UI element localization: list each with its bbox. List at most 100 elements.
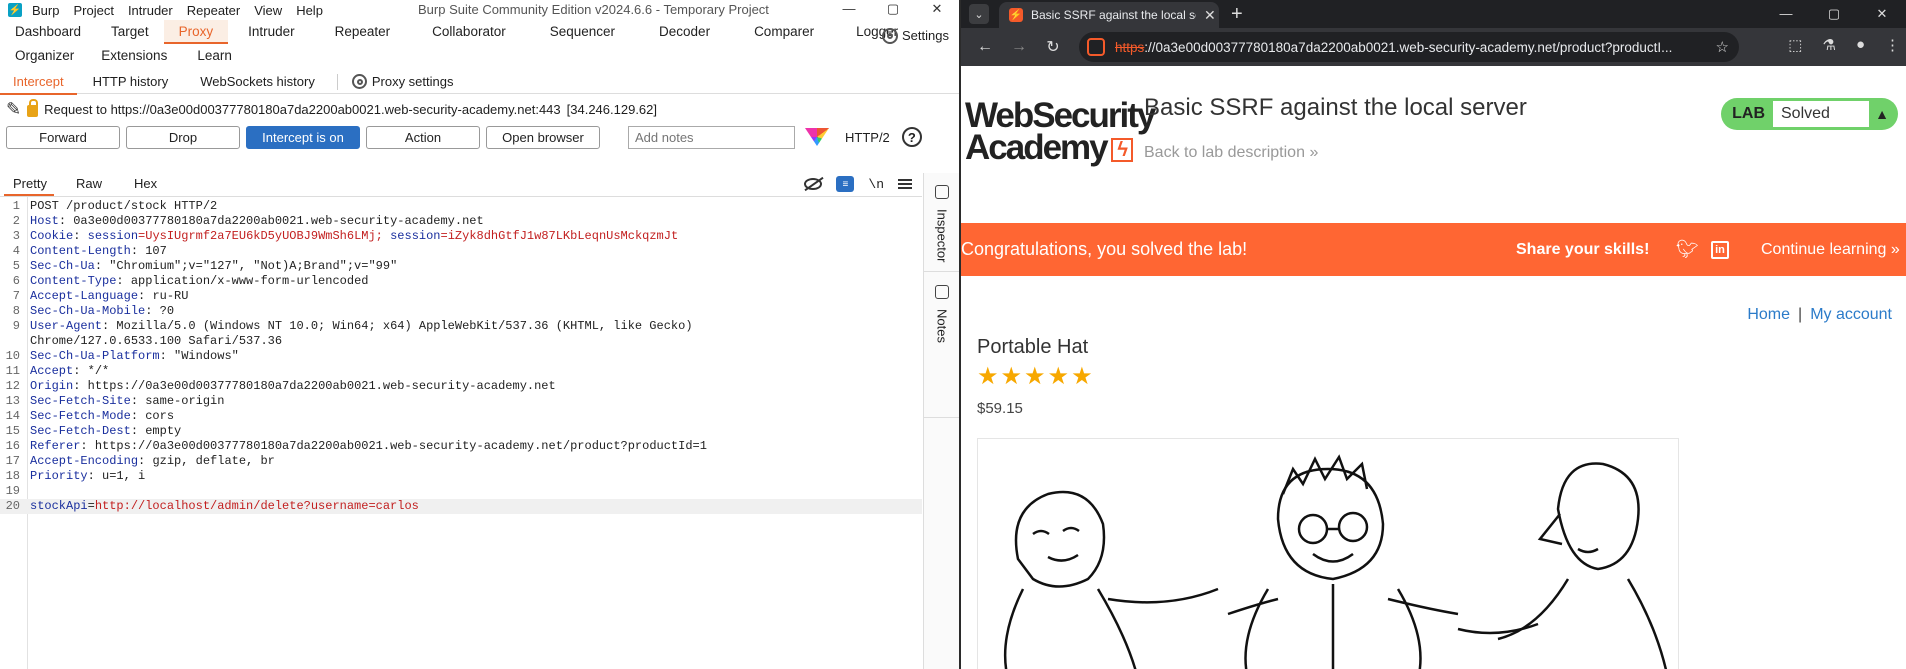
line-number: 2 <box>12 214 20 228</box>
settings-button[interactable]: Settings <box>882 24 949 48</box>
request-line[interactable]: 16 Referer: https://0a3e00d00377780180a7d… <box>0 439 922 454</box>
browser-tabbar: ⌄ ⚡ Basic SSRF against the local server … <box>961 0 1906 28</box>
notes-input[interactable] <box>628 125 795 149</box>
request-line[interactable]: 19 <box>0 484 922 499</box>
back-icon[interactable]: ← <box>975 38 995 56</box>
linkedin-icon[interactable]: in <box>1711 240 1729 259</box>
proxy-settings-button[interactable]: Proxy settings <box>344 70 462 94</box>
tab-dashboard[interactable]: Dashboard <box>0 20 96 44</box>
request-line[interactable]: 2 Host: 0a3e00d00377780180a7da2200ab0021.… <box>0 214 922 229</box>
highlight-color-icon[interactable] <box>805 128 829 146</box>
request-editor[interactable]: 1 POST /product/stock HTTP/2 2 Host: 0a3e00… <box>0 196 922 669</box>
request-line[interactable]: 13 Sec-Fetch-Site: same-origin <box>0 394 922 409</box>
minimize-icon[interactable]: — <box>827 0 871 20</box>
close-icon[interactable]: ✕ <box>915 0 959 20</box>
request-line[interactable]: 9 User-Agent: Mozilla/5.0 (Windows NT 10.… <box>0 319 922 334</box>
labs-flask-icon[interactable]: ⚗ <box>1822 36 1835 54</box>
request-line[interactable]: 7 Accept-Language: ru-RU <box>0 289 922 304</box>
menu-view[interactable]: View <box>254 3 282 18</box>
browser-tab[interactable]: ⚡ Basic SSRF against the local server ✕ <box>999 2 1219 28</box>
request-line[interactable]: 17 Accept-Encoding: gzip, deflate, br <box>0 454 922 469</box>
tab-target[interactable]: Target <box>96 20 164 44</box>
reload-icon[interactable]: ↻ <box>1043 37 1063 57</box>
request-line[interactable]: 8 Sec-Ch-Ua-Mobile: ?0 <box>0 304 922 319</box>
request-line[interactable]: 1 POST /product/stock HTTP/2 <box>0 199 922 214</box>
action-button[interactable]: Action <box>366 125 480 149</box>
request-line[interactable]: 4 Content-Length: 107 <box>0 244 922 259</box>
menu-project[interactable]: Project <box>73 3 113 18</box>
bookmark-star-icon[interactable]: ☆ <box>1716 38 1729 56</box>
tab-organizer[interactable]: Organizer <box>0 44 89 68</box>
close-tab-icon[interactable]: ✕ <box>1204 7 1216 24</box>
request-line[interactable]: Chrome/127.0.6533.100 Safari/537.36 <box>0 334 922 349</box>
tab-hex[interactable]: Hex <box>118 173 173 195</box>
request-line[interactable]: 10 Sec-Ch-Ua-Platform: "Windows" <box>0 349 922 364</box>
tab-comparer[interactable]: Comparer <box>732 20 836 44</box>
menu-help[interactable]: Help <box>296 3 323 18</box>
menu-burp[interactable]: Burp <box>32 3 59 18</box>
pencil-icon[interactable]: ✎ <box>6 99 21 120</box>
tab-search-icon[interactable]: ⌄ <box>969 4 989 24</box>
tab-sequencer[interactable]: Sequencer <box>528 20 637 44</box>
tab-decoder[interactable]: Decoder <box>637 20 732 44</box>
request-line[interactable]: 6 Content-Type: application/x-www-form-ur… <box>0 274 922 289</box>
notes-tab[interactable]: Notes <box>924 273 959 343</box>
tab-intruder[interactable]: Intruder <box>228 20 315 44</box>
tab-pretty[interactable]: Pretty <box>0 173 60 196</box>
url-input[interactable]: https://0a3e00d00377780180a7da2200ab0021… <box>1079 32 1739 62</box>
hide-eye-icon[interactable] <box>804 178 823 190</box>
close-icon[interactable]: ✕ <box>1858 0 1906 28</box>
tab-http-history[interactable]: HTTP history <box>77 70 185 94</box>
profile-icon[interactable]: ● <box>1856 36 1865 54</box>
drop-button[interactable]: Drop <box>126 125 240 149</box>
twitter-icon[interactable]: 🐦︎ <box>1676 239 1699 260</box>
line-number: 13 <box>5 394 20 408</box>
menu-repeater[interactable]: Repeater <box>187 3 240 18</box>
request-line[interactable]: 20 stockApi=http://localhost/admin/delete… <box>0 499 922 514</box>
tab-extensions[interactable]: Extensions <box>89 44 179 68</box>
request-line[interactable]: 3 Cookie: session=UysIUgrmf2a7EU6kD5yUOBJ… <box>0 229 922 244</box>
tab-learn[interactable]: Learn <box>179 44 250 68</box>
tab-websockets-history[interactable]: WebSockets history <box>184 70 331 94</box>
request-line[interactable]: 11 Accept: */* <box>0 364 922 379</box>
minimize-icon[interactable]: — <box>1762 0 1810 28</box>
http-version[interactable]: HTTP/2 <box>845 130 890 145</box>
tab-raw[interactable]: Raw <box>60 173 118 195</box>
continue-learning-link[interactable]: Continue learning » <box>1761 241 1900 259</box>
extensions-icon[interactable]: ⬚ <box>1788 36 1802 54</box>
back-to-lab-description-link[interactable]: Back to lab description » <box>1144 144 1318 162</box>
request-line[interactable]: 12 Origin: https://0a3e00d00377780180a7da… <box>0 379 922 394</box>
intercept-toggle-button[interactable]: Intercept is on <box>246 125 360 149</box>
kebab-menu-icon[interactable]: ⋮ <box>1885 36 1900 54</box>
header-value: */* <box>87 364 110 378</box>
newline-icon[interactable]: \n <box>868 177 884 192</box>
request-line[interactable]: 14 Sec-Fetch-Mode: cors <box>0 409 922 424</box>
web-security-academy-logo[interactable]: WebSecurity Academy ϟ <box>965 98 1156 165</box>
maximize-icon[interactable]: ▢ <box>1810 0 1858 28</box>
window-title: Burp Suite Community Edition v2024.6.6 -… <box>418 2 769 17</box>
request-line[interactable]: 18 Priority: u=1, i <box>0 469 922 484</box>
forward-button[interactable]: Forward <box>6 125 120 149</box>
my-account-link[interactable]: My account <box>1810 306 1892 323</box>
line-number: 7 <box>12 289 20 303</box>
help-icon[interactable]: ? <box>901 127 922 147</box>
tab-proxy[interactable]: Proxy <box>163 20 229 44</box>
menu-intruder[interactable]: Intruder <box>128 3 173 18</box>
home-link[interactable]: Home <box>1747 306 1790 323</box>
chevron-right-icon: » <box>1309 144 1319 161</box>
tab-intercept[interactable]: Intercept <box>0 70 77 95</box>
forward-icon[interactable]: → <box>1009 38 1029 56</box>
menu-icon[interactable] <box>898 179 912 189</box>
tab-repeater[interactable]: Repeater <box>315 20 411 44</box>
site-info-icon[interactable] <box>1087 38 1105 56</box>
maximize-icon[interactable]: ▢ <box>871 0 915 20</box>
request-line[interactable]: 5 Sec-Ch-Ua: "Chromium";v="127", "Not)A;B… <box>0 259 922 274</box>
line-number: 5 <box>12 259 20 273</box>
tab-collaborator[interactable]: Collaborator <box>410 20 528 44</box>
new-tab-icon[interactable]: + <box>1231 3 1243 26</box>
word-wrap-icon[interactable]: ≡ <box>836 176 855 192</box>
inspector-tab[interactable]: Inspector <box>924 173 959 262</box>
open-browser-button[interactable]: Open browser <box>486 125 600 149</box>
line-content: Sec-Ch-Ua-Mobile: ?0 <box>24 304 174 319</box>
request-line[interactable]: 15 Sec-Fetch-Dest: empty <box>0 424 922 439</box>
